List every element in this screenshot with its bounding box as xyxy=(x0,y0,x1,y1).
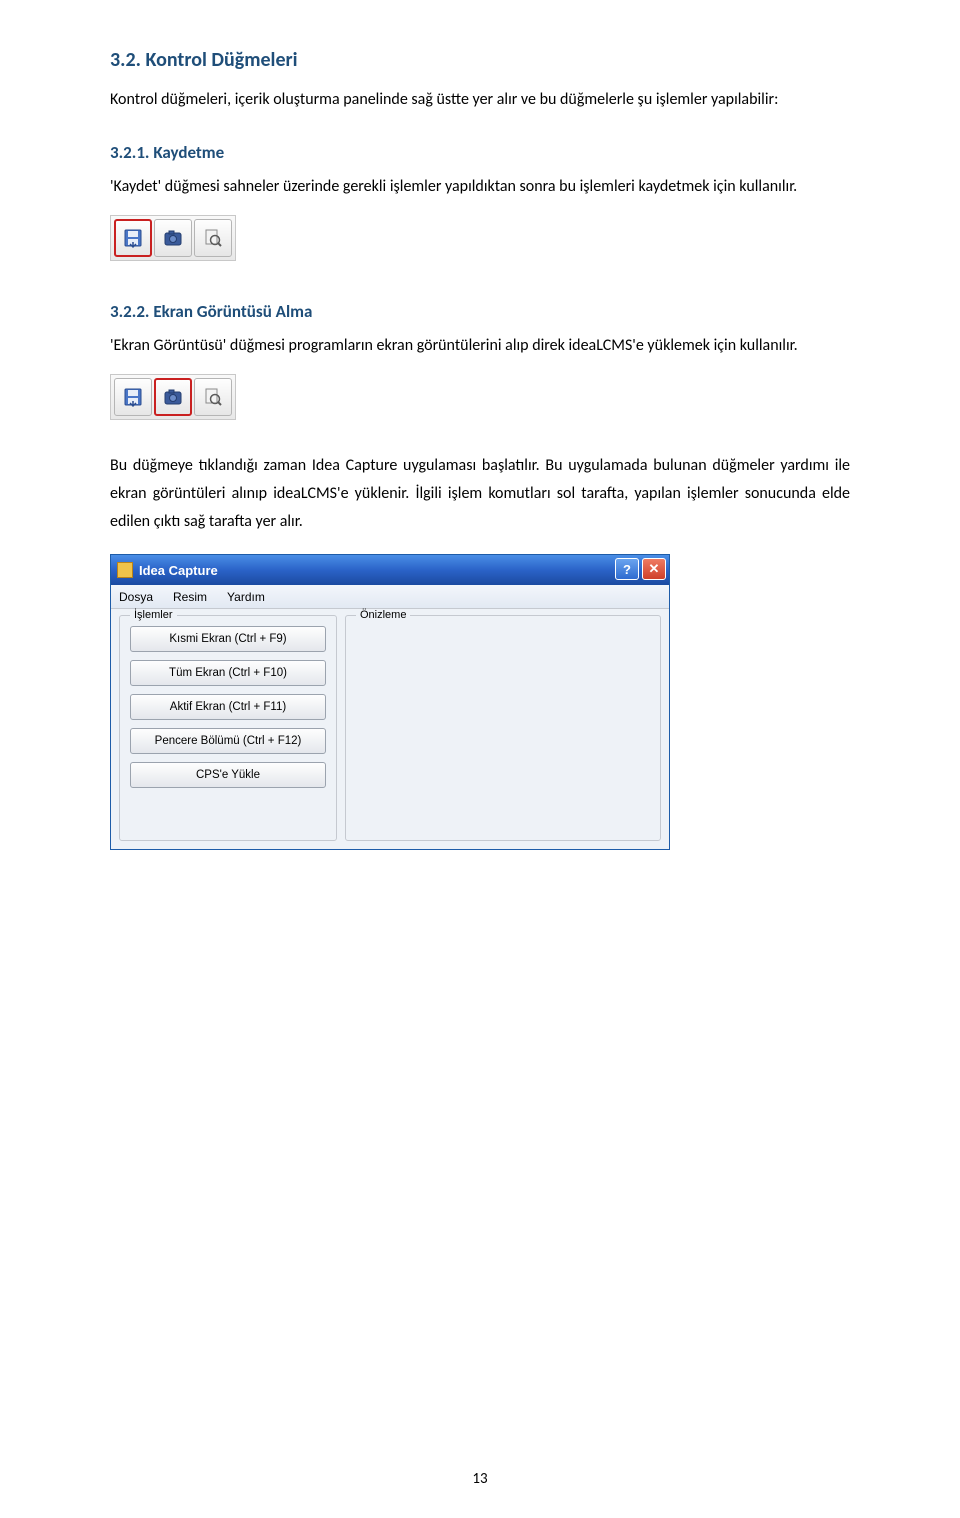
menu-help[interactable]: Yardım xyxy=(227,590,265,604)
save-icon xyxy=(122,386,144,408)
heading-3-2-1: 3.2.1. Kaydetme xyxy=(110,142,850,163)
preview-button[interactable] xyxy=(194,378,232,416)
toolbar-save-example xyxy=(110,215,236,261)
operations-group-label: İşlemler xyxy=(130,609,177,621)
camera-icon xyxy=(162,386,184,408)
menu-image[interactable]: Resim xyxy=(173,590,207,604)
app-icon xyxy=(117,562,133,578)
heading-3-2-2: 3.2.2. Ekran Görüntüsü Alma xyxy=(110,301,850,322)
magnifier-page-icon xyxy=(202,386,224,408)
preview-group-label: Önizleme xyxy=(356,609,410,621)
active-screen-button[interactable]: Aktif Ekran (Ctrl + F11) xyxy=(130,694,326,720)
partial-screen-button[interactable]: Kısmi Ekran (Ctrl + F9) xyxy=(130,626,326,652)
save-button[interactable] xyxy=(114,378,152,416)
toolbar-screenshot-example xyxy=(110,374,236,420)
menubar: Dosya Resim Yardım xyxy=(111,585,669,609)
menu-file[interactable]: Dosya xyxy=(119,590,153,604)
camera-icon xyxy=(162,227,184,249)
preview-button[interactable] xyxy=(194,219,232,257)
page-number: 13 xyxy=(0,1470,960,1488)
close-button[interactable]: ✕ xyxy=(642,558,666,580)
preview-group: Önizleme xyxy=(345,615,661,841)
para-3-2-2: 'Ekran Görüntüsü' düğmesi programların e… xyxy=(110,332,850,360)
magnifier-page-icon xyxy=(202,227,224,249)
idea-capture-window: Idea Capture ? ✕ Dosya Resim Yardım İşle… xyxy=(110,554,670,850)
window-title: Idea Capture xyxy=(139,563,218,578)
camera-button[interactable] xyxy=(154,219,192,257)
heading-3-2: 3.2. Kontrol Düğmeleri xyxy=(110,48,850,72)
para-capture: Bu düğmeye tıklandığı zaman Idea Capture… xyxy=(110,452,850,536)
operations-group: İşlemler Kısmi Ekran (Ctrl + F9) Tüm Ekr… xyxy=(119,615,337,841)
help-button[interactable]: ? xyxy=(615,558,639,580)
full-screen-button[interactable]: Tüm Ekran (Ctrl + F10) xyxy=(130,660,326,686)
window-region-button[interactable]: Pencere Bölümü (Ctrl + F12) xyxy=(130,728,326,754)
window-body: İşlemler Kısmi Ekran (Ctrl + F9) Tüm Ekr… xyxy=(111,609,669,849)
save-icon xyxy=(122,227,144,249)
para-3-2: Kontrol düğmeleri, içerik oluşturma pane… xyxy=(110,86,850,114)
camera-button[interactable] xyxy=(154,378,192,416)
para-3-2-1: 'Kaydet' düğmesi sahneler üzerinde gerek… xyxy=(110,173,850,201)
titlebar: Idea Capture ? ✕ xyxy=(111,555,669,585)
window-controls: ? ✕ xyxy=(615,558,666,580)
save-button[interactable] xyxy=(114,219,152,257)
upload-cps-button[interactable]: CPS'e Yükle xyxy=(130,762,326,788)
